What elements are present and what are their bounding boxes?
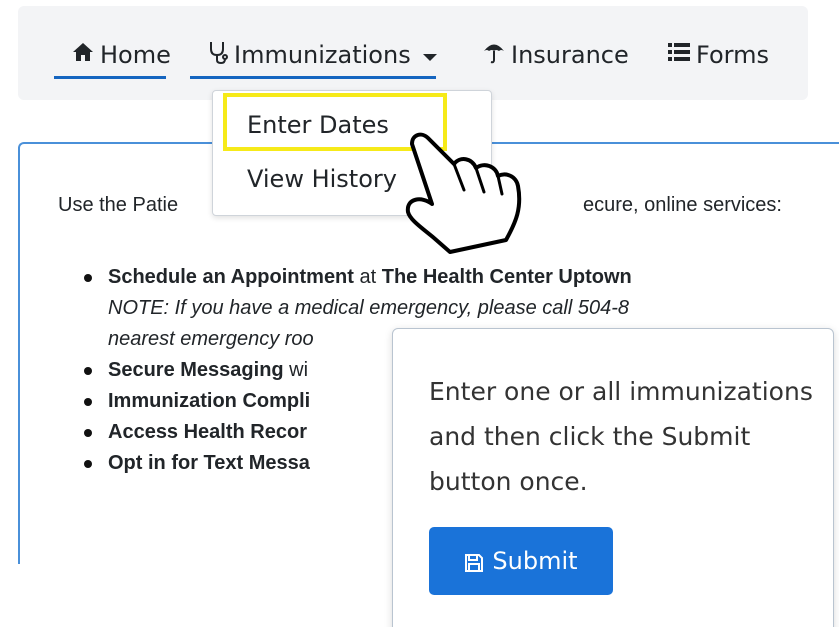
stethoscope-icon bbox=[208, 40, 228, 70]
nav-home-underline bbox=[54, 76, 166, 79]
instruction-popover: Enter one or all immunizations and then … bbox=[392, 328, 834, 627]
nav-immunizations-underline bbox=[190, 76, 436, 79]
top-navbar: Home Immunizations Insurance Forms bbox=[18, 6, 808, 100]
note-text: nearest emergency roo bbox=[108, 328, 314, 350]
screen: Use the Patie ecure, online services: Sc… bbox=[0, 0, 839, 627]
umbrella-icon bbox=[483, 40, 505, 70]
list-item-note: NOTE: If you have a medical emergency, p… bbox=[108, 293, 839, 324]
list-item-text: at bbox=[353, 266, 382, 288]
list-item[interactable]: Schedule an Appointment at The Health Ce… bbox=[84, 262, 839, 293]
bullet-dot bbox=[84, 367, 92, 375]
bullet-dot bbox=[84, 460, 92, 468]
save-icon bbox=[464, 551, 484, 572]
list-item-bold: Immunization Compli bbox=[108, 390, 311, 412]
nav-immunizations-label: Immunizations bbox=[234, 41, 411, 69]
list-item-text: wi bbox=[283, 359, 309, 381]
chevron-down-icon bbox=[422, 53, 437, 61]
bullet-dot bbox=[84, 398, 92, 406]
list-item-bold: Secure Messaging bbox=[108, 359, 284, 381]
nav-insurance-label: Insurance bbox=[511, 41, 629, 69]
intro-text: Use the Patie ecure, online services: bbox=[58, 194, 782, 217]
list-item-bold: Access Health Recor bbox=[108, 421, 307, 443]
nav-forms[interactable]: Forms bbox=[668, 38, 769, 72]
list-item-bold: Opt in for Text Messa bbox=[108, 452, 310, 474]
nav-insurance[interactable]: Insurance bbox=[483, 38, 629, 72]
popover-text: Enter one or all immunizations and then … bbox=[429, 377, 813, 496]
nav-home-label: Home bbox=[100, 41, 171, 69]
list-item-bold-2: The Health Center Uptown bbox=[381, 266, 632, 288]
bullet-dot bbox=[84, 429, 92, 437]
intro-left: Use the Patie bbox=[58, 194, 179, 216]
list-item-bold: Schedule an Appointment bbox=[108, 266, 354, 288]
home-icon bbox=[72, 42, 94, 68]
hand-pointer-icon bbox=[405, 132, 522, 254]
note-text: NOTE: If you have a medical emergency, p… bbox=[108, 297, 629, 319]
bullet-dot bbox=[84, 274, 92, 282]
nav-immunizations[interactable]: Immunizations bbox=[208, 38, 437, 72]
nav-forms-label: Forms bbox=[696, 41, 769, 69]
intro-right: ecure, online services: bbox=[583, 194, 782, 216]
submit-button[interactable]: Submit bbox=[429, 527, 613, 595]
list-icon bbox=[668, 42, 690, 68]
menu-item-view-history[interactable]: View History bbox=[247, 165, 397, 193]
nav-home[interactable]: Home bbox=[72, 38, 171, 72]
submit-label: Submit bbox=[492, 547, 578, 575]
